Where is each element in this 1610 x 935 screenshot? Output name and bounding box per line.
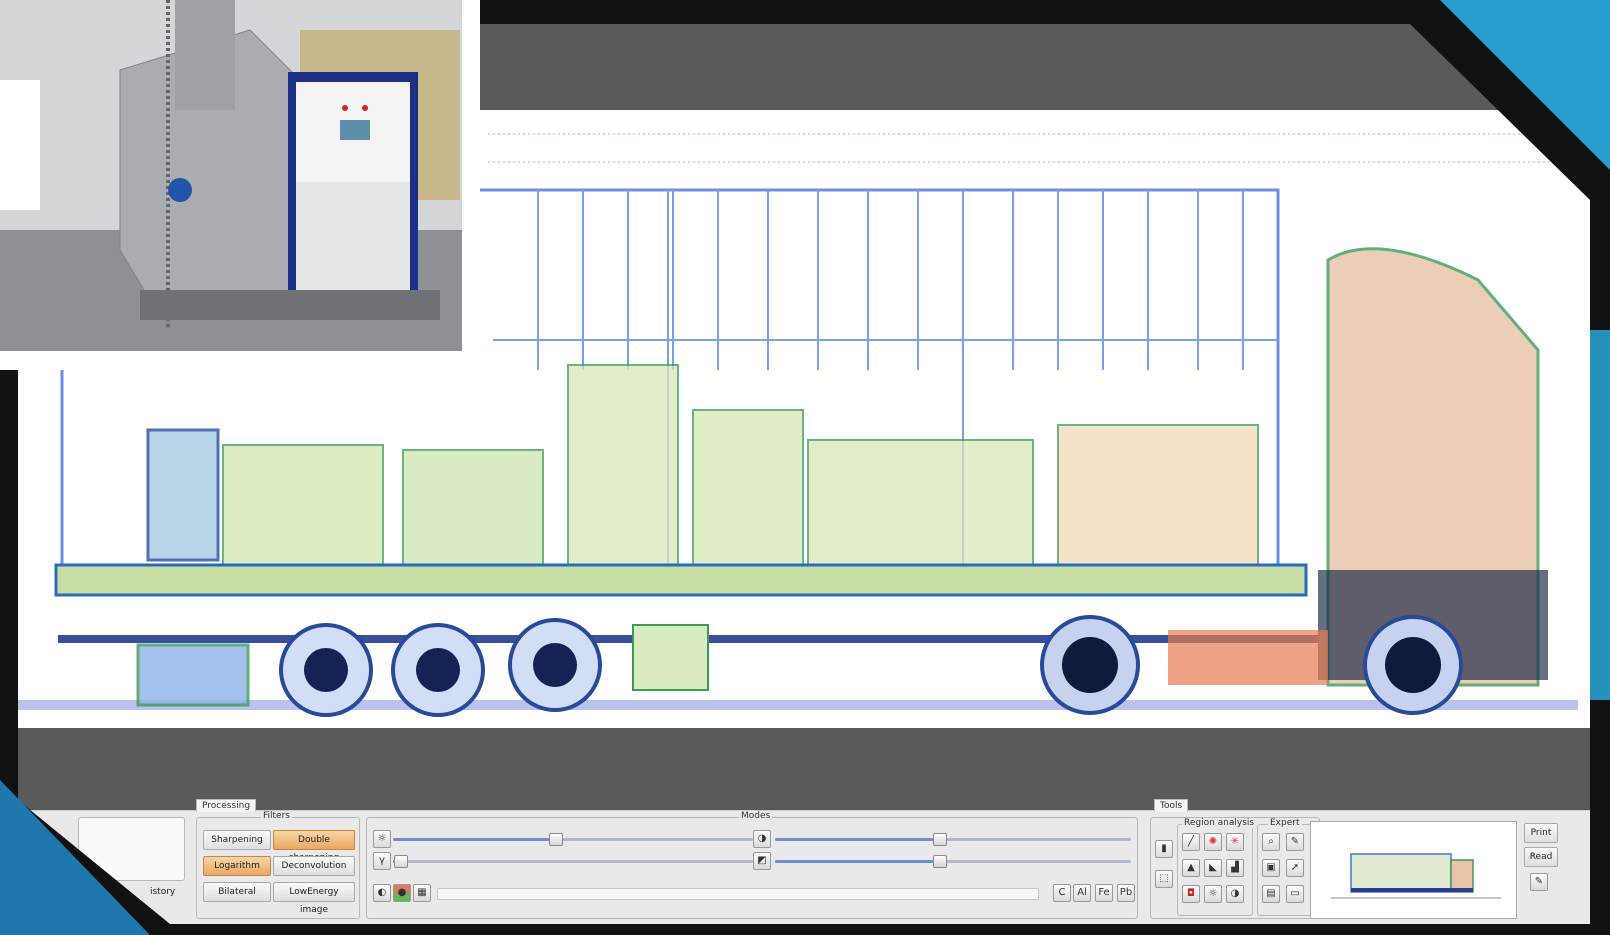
scanner-photo	[0, 0, 462, 351]
screen-frame: Processing Tools istory Filters Sharpeni…	[0, 0, 1610, 935]
scanner-photo-inset	[0, 0, 480, 370]
scanner-machine-drawing	[0, 0, 462, 351]
